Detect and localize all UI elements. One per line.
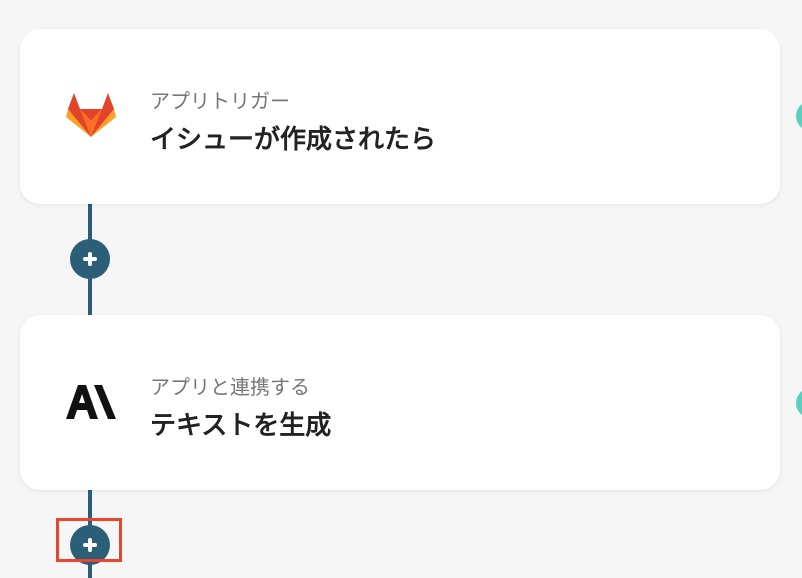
flow-step-card-action[interactable]: アプリと連携する テキストを生成 — [20, 315, 780, 490]
add-step-button[interactable] — [70, 525, 110, 565]
step-type-label: アプリトリガー — [150, 89, 290, 113]
gitlab-icon — [64, 91, 118, 139]
anthropic-icon — [64, 377, 118, 425]
step-title: イシューが作成されたら — [150, 125, 437, 155]
side-status-dot — [796, 101, 802, 131]
add-step-button[interactable] — [70, 239, 110, 279]
flow-canvas: アプリトリガー イシューが作成されたら アプリと連携する テキストを生成 — [0, 0, 802, 578]
plus-icon — [70, 239, 110, 279]
flow-step-card-trigger[interactable]: アプリトリガー イシューが作成されたら — [20, 29, 780, 204]
side-status-dot — [796, 388, 802, 418]
plus-icon — [70, 525, 110, 565]
step-type-label: アプリと連携する — [150, 375, 310, 399]
step-title: テキストを生成 — [150, 411, 332, 441]
